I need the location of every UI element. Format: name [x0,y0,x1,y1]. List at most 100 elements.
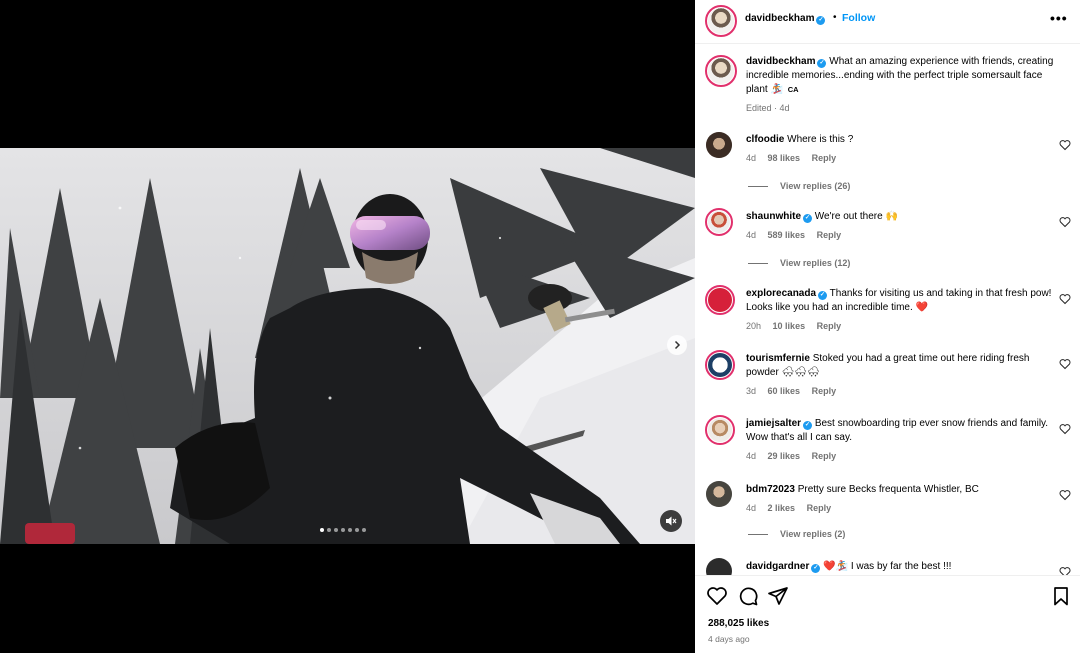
carousel-dot [334,528,338,532]
verified-badge-icon: ✓ [803,214,813,223]
comment-reply-button[interactable]: Reply [812,153,837,163]
comment-username[interactable]: clfoodie [746,134,784,145]
bookmark-icon[interactable] [1050,585,1072,607]
comment-text: We're out there 🙌 [814,211,898,222]
next-media-button[interactable] [667,335,687,355]
view-replies-button[interactable]: View replies (12) [748,258,850,268]
comment-text: Pretty sure Becks frequenta Whistler, BC [797,484,979,495]
more-options-button[interactable]: ••• [1050,10,1068,26]
comment-reply-button[interactable]: Reply [817,230,842,240]
comment-username-text: davidgardner [746,561,810,572]
caption-author-username-text: davidbeckham [746,56,816,67]
caption-tag: CA [787,85,799,94]
comment-like-count[interactable]: 98 likes [768,153,801,163]
comment-like-count[interactable]: 589 likes [768,230,806,240]
caption-author-username[interactable]: davidbeckham ✓ [746,56,827,68]
post-timestamp: 4 days ago [708,634,750,644]
comment-age: 4d [746,153,757,163]
comment-body: tourismfernie Stoked you had a great tim… [746,352,1056,380]
verified-badge-icon: ✓ [818,291,828,300]
comment-username[interactable]: explorecanada ✓ [746,288,828,300]
heart-icon[interactable] [1059,139,1071,151]
comment-avatar[interactable] [705,415,735,445]
comment-meta: 4d 589 likes Reply [746,230,850,240]
comment-like-count[interactable]: 29 likes [768,451,801,461]
comment-avatar[interactable] [706,558,732,575]
comment-reply-button[interactable]: Reply [812,451,837,461]
carousel-dot [341,528,345,532]
comment-meta: 3d 60 likes Reply [746,386,845,396]
comment-username-text: jamiejsalter [746,418,802,429]
comment-like-count[interactable]: 60 likes [768,386,801,396]
comment-avatar[interactable] [706,132,732,158]
comment-username[interactable]: shaunwhite ✓ [746,211,813,223]
comment-body: shaunwhite ✓ We're out there 🙌 [746,210,1056,224]
comments-list[interactable]: davidbeckham ✓ What an amazing experience… [695,45,1080,575]
chevron-right-icon [674,340,681,350]
verified-badge-icon: ✓ [817,59,827,68]
comment-icon[interactable] [737,585,759,607]
mute-icon [666,516,677,526]
comment-reply-button[interactable]: Reply [812,386,837,396]
carousel-dot [348,528,352,532]
comment-body: davidgardner ✓ ❤️🏂 I was by far the best … [746,560,1056,574]
comment-meta: 4d 98 likes Reply [746,153,845,163]
share-icon[interactable] [767,585,789,607]
comment-body: bdm72023 Pretty sure Becks frequenta Whi… [746,483,1056,497]
carousel-dot [355,528,359,532]
comment-avatar[interactable] [706,481,732,507]
comment-username-text: explorecanada [746,288,817,299]
view-replies-button[interactable]: View replies (2) [748,529,845,539]
author-username[interactable]: davidbeckham ✓ [745,13,826,25]
heart-icon[interactable] [1059,566,1071,575]
comment-age: 3d [746,386,757,396]
heart-icon[interactable] [706,585,728,607]
post-header: davidbeckham ✓ • Follow ••• [695,0,1080,44]
carousel-dot [320,528,324,532]
comment-meta: 4d 29 likes Reply [746,451,845,461]
verified-badge-icon: ✓ [811,564,821,573]
view-replies-button[interactable]: View replies (26) [748,181,850,191]
caption-author-avatar[interactable] [705,55,737,87]
comment-meta: 20h 10 likes Reply [746,321,850,331]
comment-reply-button[interactable]: Reply [807,503,832,513]
heart-icon[interactable] [1059,358,1071,370]
comment-avatar[interactable] [705,350,735,380]
comment-like-count[interactable]: 2 likes [768,503,796,513]
follow-button[interactable]: Follow [842,12,875,24]
comment-meta: 4d 2 likes Reply [746,503,840,513]
comment-age: 20h [746,321,762,331]
carousel-dot [327,528,331,532]
comment-username[interactable]: tourismfernie [746,353,810,364]
post-like-count[interactable]: 288,025 likes [708,618,769,629]
comment-text: ❤️🏂 I was by far the best !!! [823,561,952,572]
verified-badge-icon: ✓ [816,16,826,25]
heart-icon[interactable] [1059,489,1071,501]
post-caption: davidbeckham ✓ What an amazing experience… [695,55,1080,120]
heart-icon[interactable] [1059,216,1071,228]
comment-age: 4d [746,230,757,240]
media-viewer [0,0,695,653]
snowboard-video-frame [0,148,695,544]
comment-like-count[interactable]: 10 likes [773,321,806,331]
caption-edited-label: Edited · 4d [746,103,790,113]
comment-avatar[interactable] [705,285,735,315]
comment-avatar[interactable] [705,208,733,236]
mute-button[interactable] [660,510,682,532]
author-avatar[interactable] [705,5,737,37]
carousel-indicator [320,528,366,532]
comment-username[interactable]: bdm72023 [746,484,795,495]
comment-body: jamiejsalter ✓ Best snowboarding trip eve… [746,417,1056,445]
carousel-dot [362,528,366,532]
comment-username[interactable]: davidgardner ✓ [746,561,821,573]
heart-icon[interactable] [1059,293,1071,305]
comment-username[interactable]: jamiejsalter ✓ [746,418,813,430]
heart-icon[interactable] [1059,423,1071,435]
post-actions: 288,025 likes 4 days ago [695,575,1080,653]
comment-text: Where is this ? [787,134,854,145]
post-details-panel: davidbeckham ✓ • Follow ••• davidbeckham ✓… [695,0,1080,653]
comment-body: clfoodie Where is this ? [746,133,1056,147]
video-player[interactable] [0,148,695,544]
comment-reply-button[interactable]: Reply [817,321,842,331]
header-separator: • [833,12,837,23]
